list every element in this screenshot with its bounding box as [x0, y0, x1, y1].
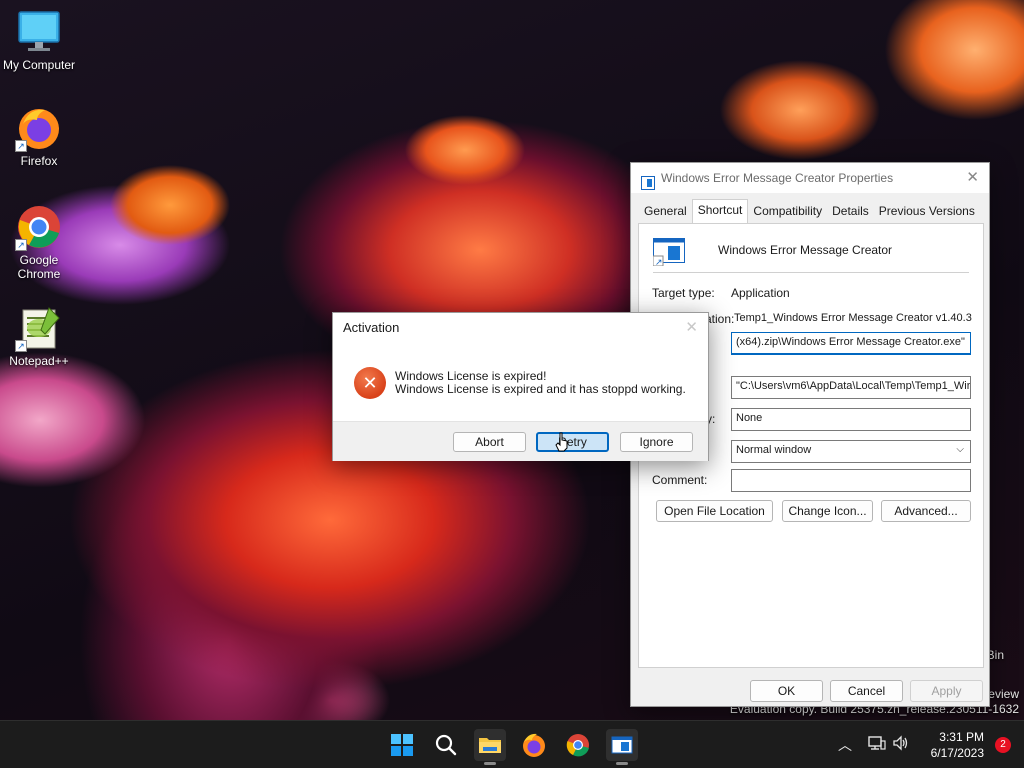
activation-content: ✕ Windows License is expired! Windows Li… — [333, 343, 708, 421]
target-location-value: Temp1_Windows Error Message Creator v1.4… — [734, 312, 972, 324]
shortcut-arrow-icon: ↗ — [15, 239, 27, 251]
comment-field[interactable] — [731, 469, 971, 492]
file-explorer-icon[interactable] — [474, 729, 506, 765]
mouse-cursor — [555, 432, 569, 452]
retry-button[interactable]: Retry — [536, 432, 609, 452]
desktop-icon-label: My Computer — [2, 58, 76, 72]
error-message-line1: Windows License is expired! — [395, 369, 547, 383]
app-large-icon: ↗ — [652, 238, 685, 267]
target-field[interactable]: (x64).zip\Windows Error Message Creator.… — [731, 332, 971, 355]
tab-previous-versions[interactable]: Previous Versions — [874, 201, 980, 223]
chevron-up-icon[interactable]: ︿ — [838, 735, 852, 755]
activation-title: Activation — [343, 320, 400, 335]
open-file-location-button[interactable]: Open File Location — [656, 500, 773, 522]
network-icon[interactable] — [868, 735, 886, 754]
firefox-icon: ↗ — [15, 104, 63, 152]
cancel-button[interactable]: Cancel — [830, 680, 903, 702]
shortcut-arrow-icon: ↗ — [15, 340, 27, 352]
tab-general[interactable]: General — [639, 201, 692, 223]
tab-compatibility[interactable]: Compatibility — [748, 201, 827, 223]
advanced-button[interactable]: Advanced... — [881, 500, 971, 522]
chevron-down-icon: ⌵ — [956, 444, 964, 455]
volume-icon[interactable] — [892, 735, 910, 754]
close-icon[interactable]: ✕ — [966, 163, 979, 193]
divider — [653, 272, 969, 273]
apply-button[interactable]: Apply — [910, 680, 983, 702]
tab-shortcut[interactable]: Shortcut — [691, 199, 749, 223]
search-icon[interactable] — [430, 729, 462, 761]
target-location-label: ation: — [705, 312, 735, 326]
target-type-label: Target type: — [652, 286, 715, 300]
desktop-icon-label: Firefox — [20, 154, 58, 168]
app-icon — [641, 171, 655, 190]
error-creator-icon[interactable] — [606, 729, 638, 765]
comment-label: Comment: — [652, 473, 708, 487]
clock-date: 6/17/2023 — [930, 746, 984, 760]
desktop-icon-label: Notepad++ — [9, 354, 69, 368]
notification-badge[interactable]: 2 — [995, 737, 1011, 753]
error-icon: ✕ — [354, 367, 386, 399]
shortcut-key-field[interactable]: None — [731, 408, 971, 431]
desktop-icon-firefox[interactable]: ↗ Firefox — [1, 104, 77, 168]
run-dropdown[interactable]: Normal window ⌵ — [731, 440, 971, 463]
tab-bar: General Shortcut Compatibility Details P… — [639, 199, 980, 223]
desktop-icon-notepad-plus-plus[interactable]: ↗ Notepad++ — [1, 304, 77, 368]
activation-titlebar[interactable]: Activation ✕ — [333, 313, 708, 343]
active-indicator — [484, 762, 496, 765]
desktop-icon-label: Google Chrome — [17, 253, 61, 281]
active-indicator — [616, 762, 628, 765]
chrome-icon[interactable] — [562, 729, 594, 761]
app-name: Windows Error Message Creator — [718, 243, 893, 257]
ok-button[interactable]: OK — [750, 680, 823, 702]
firefox-icon[interactable] — [518, 729, 550, 761]
start-in-field[interactable]: "C:\Users\vm6\AppData\Local\Temp\Temp1_W… — [731, 376, 971, 399]
activation-dialog: Activation ✕ ✕ Windows License is expire… — [332, 312, 709, 461]
svg-text:↗: ↗ — [655, 257, 663, 266]
activation-footer: Abort Retry Ignore — [333, 421, 708, 461]
close-icon[interactable]: ✕ — [685, 313, 698, 343]
target-type-value: Application — [731, 286, 790, 300]
shortcut-arrow-icon: ↗ — [15, 140, 27, 152]
monitor-icon — [15, 8, 63, 56]
change-icon-button[interactable]: Change Icon... — [782, 500, 873, 522]
clock[interactable]: 3:31 PM 6/17/2023 — [931, 729, 984, 761]
run-dropdown-value: Normal window — [736, 444, 812, 456]
notepad-plus-plus-icon: ↗ — [15, 304, 63, 352]
desktop-icon-google-chrome[interactable]: ↗ Google Chrome — [1, 203, 77, 281]
taskbar: ︿ 3:31 PM 6/17/2023 2 — [0, 720, 1024, 768]
desktop-icon-my-computer[interactable]: My Computer — [1, 8, 77, 72]
abort-button[interactable]: Abort — [453, 432, 526, 452]
error-message-line2: Windows License is expired and it has st… — [395, 382, 686, 396]
ignore-button[interactable]: Ignore — [620, 432, 693, 452]
properties-title: Windows Error Message Creator Properties — [661, 171, 894, 185]
properties-titlebar[interactable]: Windows Error Message Creator Properties… — [631, 163, 989, 193]
start-icon[interactable] — [386, 729, 418, 761]
chrome-icon: ↗ — [15, 203, 63, 251]
clock-time: 3:31 PM — [939, 730, 984, 744]
tab-details[interactable]: Details — [827, 201, 874, 223]
